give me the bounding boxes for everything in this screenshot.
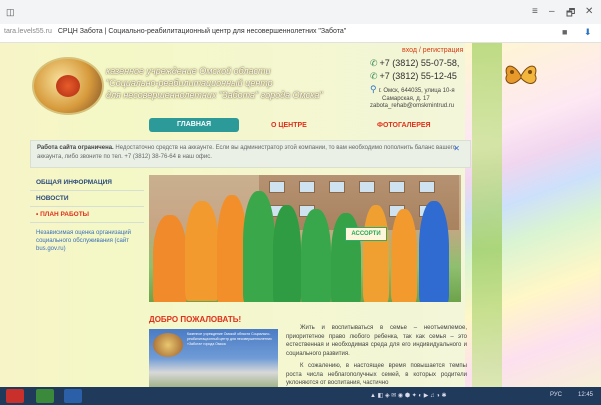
logo[interactable]: [32, 57, 104, 115]
org-name: казенное учреждение Омской области "Соци…: [106, 65, 346, 101]
phone-2: ✆ +7 (3812) 55-12-45: [370, 71, 457, 82]
restore-button[interactable]: 🗗: [566, 6, 575, 23]
butterfly-icon: [505, 65, 537, 84]
sidebar-link-evaluation[interactable]: Независимая оценка организаций социально…: [30, 223, 144, 253]
notice-title: Работа сайта ограничена.: [37, 145, 114, 151]
url-domain: tara.levels55.ru: [4, 28, 52, 35]
nav-item-gallery[interactable]: ФОТОГАЛЕРЕЯ: [377, 122, 431, 129]
nav-item-about[interactable]: О ЦЕНТРЕ: [271, 122, 307, 129]
main-photo: АССОРТИ: [149, 175, 461, 302]
article-paragraph: К сожалению, в настоящее время повышаетс…: [286, 363, 467, 386]
sidebar-item-general-info[interactable]: ОБЩАЯ ИНФОРМАЦИЯ: [30, 175, 144, 191]
org-name-line: для несовершеннолетних "Забота" города О…: [106, 90, 323, 100]
url-text[interactable]: tara.levels55.ru СРЦН Забота | Социально-…: [4, 28, 346, 35]
email[interactable]: zabota_rehab@omskmintrud.ru: [370, 103, 454, 109]
logo-emblem: [56, 75, 80, 97]
url-title: СРЦН Забота | Социально-реабилитационный…: [57, 28, 347, 35]
photo-banner: АССОРТИ: [345, 227, 387, 241]
address: ⚲ г. Омск, 644035, улица 10-я Самарская, …: [370, 85, 455, 103]
notice-banner: Работа сайта ограничена. Недостаточно ср…: [30, 140, 471, 168]
download-icon[interactable]: ⬇: [584, 27, 592, 38]
article-image-caption: Казенное учреждение Омской области Социа…: [187, 332, 272, 346]
leaves-decoration: [472, 43, 502, 387]
taskbar: ▲ ◧ ◈ ✉ ◉ ⬢ ✦ ◐ ▶ ♫ ◑ ✱ РУС 12:45: [0, 387, 601, 405]
bookmark-icon[interactable]: ■: [562, 27, 567, 37]
word-taskbar-icon[interactable]: [64, 389, 82, 403]
tray-icons[interactable]: ▲ ◧ ◈ ✉ ◉ ⬢ ✦ ◐ ▶ ♫ ◑ ✱: [370, 392, 446, 399]
phone-1: ✆ +7 (3812) 55-07-58,: [370, 58, 459, 69]
welcome-heading: ДОБРО ПОЖАЛОВАТЬ!: [149, 315, 242, 324]
org-name-line: "Социально-реабилитационный центр: [106, 78, 273, 88]
excel-taskbar-icon[interactable]: [36, 389, 54, 403]
notice-close-icon[interactable]: ✕: [453, 144, 460, 153]
sidebar-item-work-plan[interactable]: • ПЛАН РАБОТЫ: [30, 207, 144, 223]
phone-icon: ✆: [370, 58, 378, 68]
org-name-line: казенное учреждение Омской области: [106, 66, 271, 76]
menu-icon[interactable]: ≡: [532, 6, 538, 17]
nav-item-home[interactable]: ГЛАВНАЯ: [149, 118, 239, 132]
browser-taskbar-icon[interactable]: [6, 389, 24, 403]
close-button[interactable]: ✕: [585, 6, 593, 17]
browser-app-icon[interactable]: ◫: [6, 7, 15, 18]
address-bar[interactable]: tara.levels55.ru СРЦН Забота | Социально-…: [0, 24, 601, 43]
phone-number: +7 (3812) 55-07-58,: [379, 58, 460, 68]
sidebar-item-news[interactable]: НОВОСТИ: [30, 191, 144, 207]
location-pin-icon: ⚲: [370, 84, 377, 94]
web-page: казенное учреждение Омской области "Соци…: [0, 43, 601, 387]
article-text: Жить и воспитываться в семье – неотъемле…: [286, 324, 467, 387]
article-paragraph: Жить и воспитываться в семье – неотъемле…: [286, 325, 467, 357]
article-image: Казенное учреждение Омской области Социа…: [149, 329, 278, 387]
article-image-logo: [153, 333, 183, 357]
login-link[interactable]: вход / регистрация: [402, 47, 463, 54]
phone-icon: ✆: [370, 71, 378, 81]
phone-number: +7 (3812) 55-12-45: [379, 71, 457, 81]
content-area: казенное учреждение Омской области "Соци…: [30, 43, 471, 387]
browser-titlebar: ◫ ≡ – 🗗 ✕: [0, 0, 601, 24]
clock[interactable]: 12:45: [578, 392, 593, 398]
language-indicator[interactable]: РУС: [550, 392, 562, 398]
address-line: г. Омск, 644035, улица 10-я: [378, 88, 455, 94]
sidebar: ОБЩАЯ ИНФОРМАЦИЯ НОВОСТИ • ПЛАН РАБОТЫ Н…: [30, 175, 144, 253]
minimize-button[interactable]: –: [549, 6, 555, 17]
address-line: Самарская, д. 17: [382, 96, 430, 102]
